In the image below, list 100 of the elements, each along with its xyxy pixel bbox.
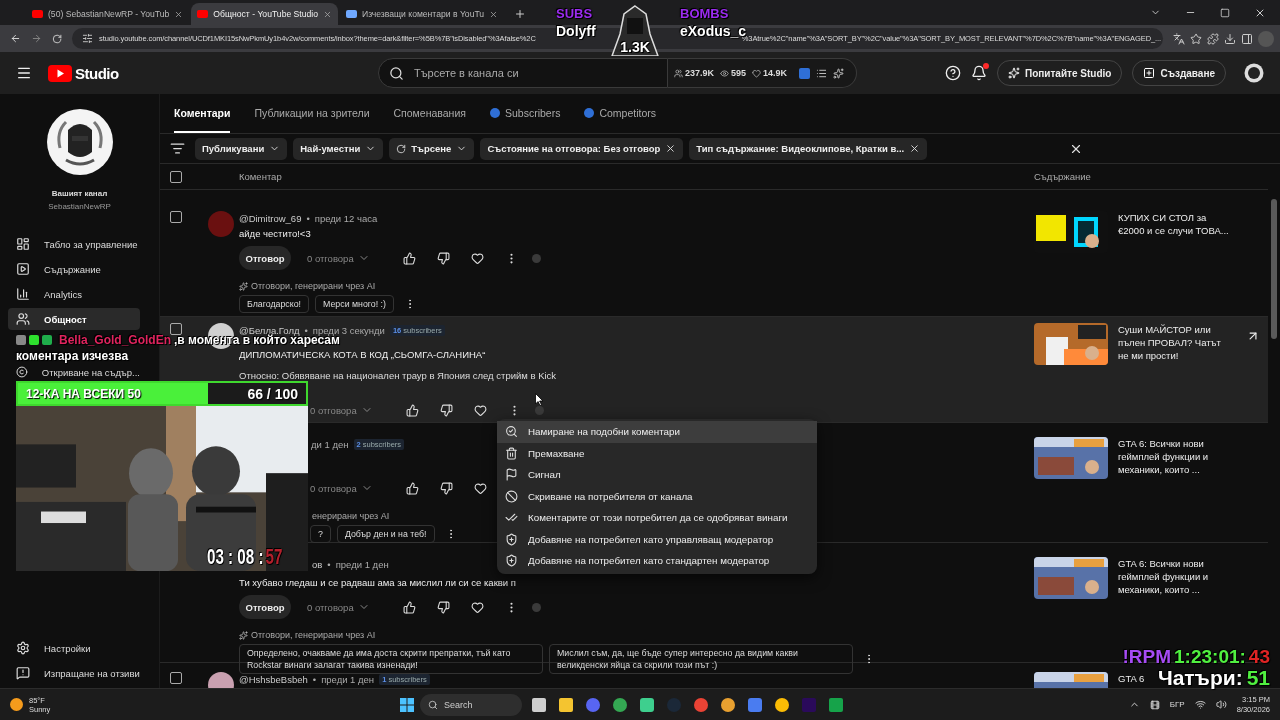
replies-toggle[interactable]: 0 отговора xyxy=(310,482,406,494)
scrollbar-thumb[interactable] xyxy=(1271,199,1277,339)
download-icon[interactable] xyxy=(1224,32,1236,45)
list-icon[interactable] xyxy=(816,67,828,79)
comment-author[interactable]: ов xyxy=(312,558,323,570)
sparkle-icon[interactable] xyxy=(833,67,845,79)
nav-item[interactable]: Изпращане на отзиви xyxy=(8,662,140,684)
nav-item[interactable]: Настройки xyxy=(8,637,140,659)
language-indicator[interactable]: БГР xyxy=(1169,700,1185,709)
thumbs-down-icon[interactable] xyxy=(440,481,453,495)
suggested-reply[interactable]: ? xyxy=(310,525,331,543)
nav-item[interactable]: Общност xyxy=(8,308,140,330)
video-title[interactable]: GTA 6 xyxy=(1118,672,1145,685)
bookmark-icon[interactable] xyxy=(1190,32,1202,45)
reply-button[interactable]: Отговор xyxy=(239,246,291,270)
start-icon[interactable] xyxy=(400,697,414,712)
close-icon[interactable] xyxy=(489,9,499,19)
menu-item[interactable]: Намиране на подобни коментари xyxy=(497,421,817,443)
thumbs-up-icon[interactable] xyxy=(403,600,416,614)
comment-author[interactable]: @HshsbeBsbeh xyxy=(239,673,308,685)
select-all-checkbox[interactable] xyxy=(170,170,182,183)
tray-app-icon[interactable] xyxy=(1149,699,1160,710)
comment-author[interactable]: @Dimitrow_69 xyxy=(239,212,302,224)
menu-item[interactable]: Сигнал xyxy=(497,464,817,486)
row-checkbox[interactable] xyxy=(170,323,182,335)
menu-item[interactable]: Добавяне на потребител като стандартен модератор xyxy=(497,550,817,572)
replies-toggle[interactable]: 0 отговора xyxy=(307,252,403,264)
nav-item[interactable]: Analytics xyxy=(8,283,140,305)
taskbar-search[interactable]: Search xyxy=(420,693,522,716)
thumbs-down-icon[interactable] xyxy=(437,600,450,614)
suggested-reply[interactable]: Добър ден и на теб! xyxy=(336,525,435,543)
browser-tab[interactable]: Общност - YouTube Studio xyxy=(191,3,338,25)
thumbs-up-icon[interactable] xyxy=(406,481,419,495)
filter-icon[interactable] xyxy=(170,141,185,156)
create-button[interactable]: Създаване xyxy=(1132,60,1226,86)
tab[interactable]: Competitors xyxy=(584,94,657,133)
taskbar-app-icon[interactable] xyxy=(721,697,735,712)
tab[interactable]: Публикации на зрители xyxy=(254,94,370,133)
translate-icon[interactable] xyxy=(1173,32,1185,45)
video-title[interactable]: GTA 6: Всички нови геймплей функции и механики, които ... xyxy=(1118,437,1230,476)
thumbs-down-icon[interactable] xyxy=(440,403,453,417)
site-settings-icon[interactable] xyxy=(82,33,94,44)
ask-studio-button[interactable]: Попитайте Studio xyxy=(997,60,1123,86)
taskbar-app-icon[interactable] xyxy=(613,697,627,712)
heart-icon[interactable] xyxy=(471,251,484,265)
taskbar-app-icon[interactable] xyxy=(640,697,654,712)
comment-author[interactable]: @Белла.Голд xyxy=(239,324,300,336)
forward-icon[interactable] xyxy=(31,32,42,45)
filter-chip[interactable]: Състояние на отговора: Без отговор xyxy=(480,137,684,160)
maximize-icon[interactable] xyxy=(1220,7,1230,18)
heart-icon[interactable] xyxy=(471,600,484,614)
thumbs-up-icon[interactable] xyxy=(406,403,419,417)
menu-item[interactable]: Коментарите от този потребител да се одобряват винаги xyxy=(497,507,817,529)
filter-chip[interactable]: Тип съдържание: Видеоклипове, Кратки в... xyxy=(689,137,928,160)
tab[interactable]: Споменавания xyxy=(393,94,466,133)
nav-item[interactable]: Съдържание xyxy=(8,258,140,280)
extensions-icon[interactable] xyxy=(1207,32,1219,45)
menu-icon[interactable] xyxy=(16,65,32,81)
nav-item[interactable]: Табло за управление xyxy=(8,233,140,255)
browser-tab[interactable]: (50) SebastianNewRP - YouTub xyxy=(26,3,190,25)
tab[interactable]: Subscribers xyxy=(490,94,561,133)
suggested-reply[interactable]: Благодарско! xyxy=(239,295,309,313)
taskbar-app-icon[interactable] xyxy=(775,697,789,712)
back-icon[interactable] xyxy=(10,32,21,45)
search-field[interactable]: Търсете в канала си xyxy=(378,58,668,88)
row-checkbox[interactable] xyxy=(170,672,182,684)
taskbar-app-icon[interactable] xyxy=(559,697,573,712)
menu-item[interactable]: Премахване xyxy=(497,442,817,464)
browser-tab[interactable]: Изчезващи коментари в YouTu xyxy=(339,3,505,25)
tab[interactable]: Коментари xyxy=(174,94,231,133)
taskbar-app-icon[interactable] xyxy=(829,697,843,712)
heart-icon[interactable] xyxy=(474,403,487,417)
volume-icon[interactable] xyxy=(1215,699,1227,710)
video-title[interactable]: GTA 6: Всички нови геймплей функции и механики, които ... xyxy=(1118,557,1230,596)
thumbs-up-icon[interactable] xyxy=(403,251,416,265)
extension-icon[interactable] xyxy=(799,67,811,79)
filter-chip[interactable]: Търсене xyxy=(389,137,475,160)
suggested-reply[interactable]: Мерси много! :) xyxy=(315,295,394,313)
replies-toggle[interactable]: 0 отговора xyxy=(307,601,403,613)
help-icon[interactable] xyxy=(945,65,961,81)
replies-toggle[interactable]: 0 отговора xyxy=(310,404,406,416)
reload-icon[interactable] xyxy=(51,32,63,45)
menu-item[interactable]: Скриване на потребителя от канала xyxy=(497,485,817,507)
thumbs-down-icon[interactable] xyxy=(437,251,450,265)
video-title[interactable]: КУПИХ СИ СТОЛ за €2000 и се случи ТОВА... xyxy=(1118,211,1230,237)
channel-avatar[interactable] xyxy=(1244,63,1264,83)
suggested-reply[interactable]: Мислил съм, да, ще бъде супер интересно да видим какви великденски яйца са скрили този път :) xyxy=(549,644,853,674)
wifi-icon[interactable] xyxy=(1194,699,1206,710)
side-panel-icon[interactable] xyxy=(1241,32,1253,45)
close-icon[interactable] xyxy=(174,9,184,19)
suggested-reply[interactable]: Определено, очакваме да има доста скрити препратки, тъй като Rockstar винаги залагат такива изненади! xyxy=(239,644,543,674)
new-tab-icon[interactable] xyxy=(514,8,527,20)
taskbar-app-icon[interactable] xyxy=(532,697,546,712)
heart-icon[interactable] xyxy=(474,481,487,495)
row-checkbox[interactable] xyxy=(170,211,182,223)
filter-chip[interactable]: Публикувани xyxy=(195,137,288,160)
video-title[interactable]: Суши МАЙСТОР или пълен ПРОВАЛ? Чатът не ми прости! xyxy=(1118,323,1230,362)
filter-chip[interactable]: Най-уместни xyxy=(293,137,384,160)
taskbar-app-icon[interactable] xyxy=(748,697,762,712)
notifications-icon[interactable] xyxy=(971,65,987,81)
